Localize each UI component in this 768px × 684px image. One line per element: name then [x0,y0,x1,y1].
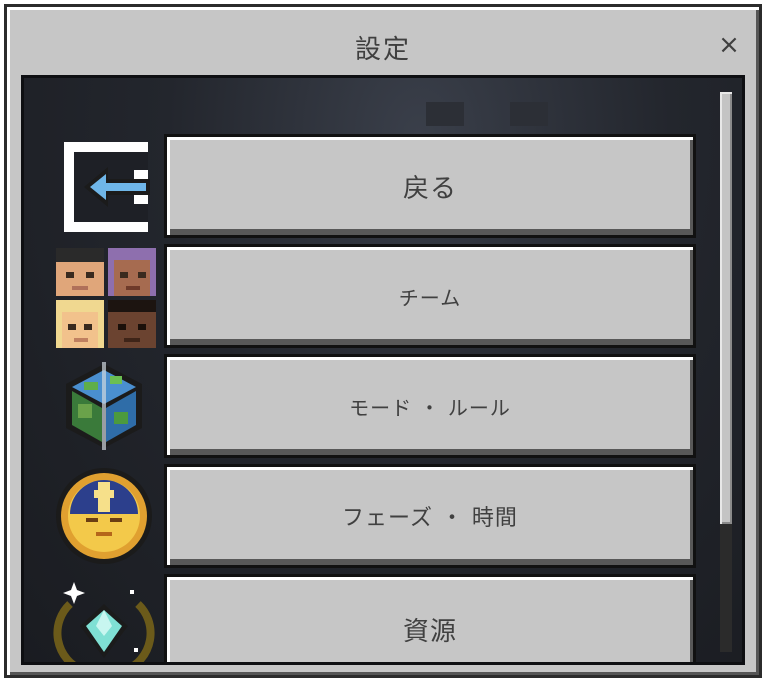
settings-dialog: 設定 × 戻る チーム モード ・ ルール フェーズ ・ 時間 資源 [4,4,762,678]
team-button-label: チーム [398,285,462,310]
world-cube-icon [52,354,156,458]
background-decoration [426,102,464,126]
background-decoration [510,102,548,126]
resources-button-label: 資源 [402,616,457,647]
menu-item-team: チーム [24,244,714,348]
phase-time-button[interactable]: フェーズ ・ 時間 [164,464,696,568]
back-button-label: 戻る [402,173,457,204]
close-button[interactable]: × [713,29,745,61]
menu-item-back: 戻る [24,134,714,238]
scrollbar-track[interactable] [720,92,732,652]
mode-rules-button[interactable]: モード ・ ルール [164,354,696,458]
resources-button[interactable]: 資源 [164,574,696,662]
dialog-title: 設定 [354,35,411,65]
menu-item-resources: 資源 [24,574,714,662]
sun-clock-icon [52,464,156,568]
scrollbar-thumb[interactable] [720,92,732,524]
back-arrow-icon [52,134,156,238]
phase-time-button-label: フェーズ ・ 時間 [342,506,518,531]
team-button[interactable]: チーム [164,244,696,348]
menu-panel: 戻る チーム モード ・ ルール フェーズ ・ 時間 資源 [21,75,745,665]
diamond-gem-icon [52,574,156,662]
back-button[interactable]: 戻る [164,134,696,238]
mode-rules-button-label: モード ・ ルール [349,395,511,420]
menu-item-mode-rules: モード ・ ルール [24,354,714,458]
menu-item-phase-time: フェーズ ・ 時間 [24,464,714,568]
team-faces-icon [52,244,156,348]
